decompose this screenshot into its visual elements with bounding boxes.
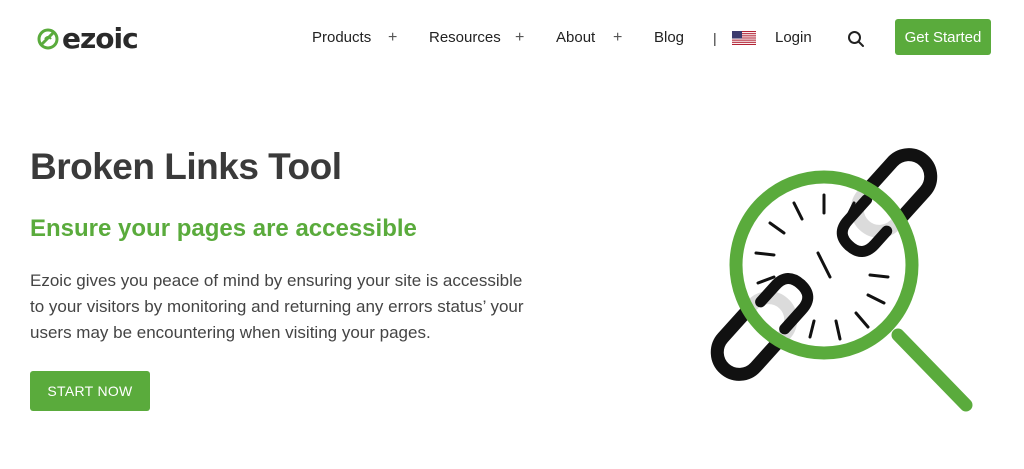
nav-about[interactable]: About xyxy=(556,28,595,48)
start-now-button[interactable]: START NOW xyxy=(30,371,150,411)
site-header: ezoic Products + Resources + About + Blo… xyxy=(0,0,1024,78)
nav-products[interactable]: Products xyxy=(312,28,371,48)
nav-blog[interactable]: Blog xyxy=(654,28,684,48)
nav-separator: | xyxy=(713,30,717,46)
resources-expand-icon[interactable]: + xyxy=(515,28,524,48)
us-flag-icon[interactable] xyxy=(732,31,756,45)
hero-description: Ezoic gives you peace of mind by ensurin… xyxy=(30,271,524,342)
nav-login[interactable]: Login xyxy=(775,28,812,48)
products-expand-icon[interactable]: + xyxy=(388,28,397,48)
page-subtitle: Ensure your pages are accessible xyxy=(30,215,417,242)
page-title: Broken Links Tool xyxy=(30,146,342,187)
broken-link-magnifier-icon xyxy=(710,148,973,412)
main-nav: Products + Resources + About + Blog Logi… xyxy=(0,28,1024,50)
about-expand-icon[interactable]: + xyxy=(613,28,622,48)
search-icon[interactable] xyxy=(847,30,865,48)
get-started-button[interactable]: Get Started xyxy=(895,19,991,55)
nav-resources[interactable]: Resources xyxy=(429,28,501,48)
